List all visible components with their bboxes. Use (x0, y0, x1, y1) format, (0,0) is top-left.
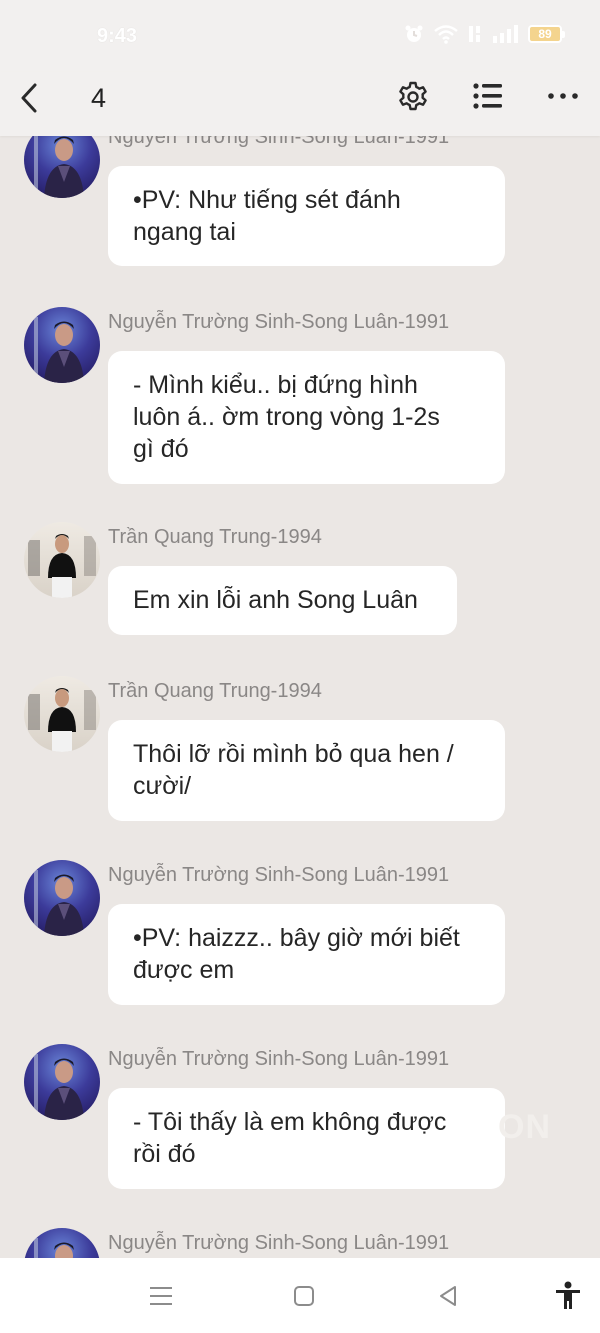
message-bubble[interactable]: •PV: Như tiếng sét đánh ngang tai (108, 166, 505, 266)
message-bubble[interactable]: - Mình kiểu.. bị đứng hình luôn á.. ờm t… (108, 351, 505, 484)
accessibility-button[interactable] (552, 1280, 584, 1312)
back-arrow-icon (21, 83, 37, 113)
song-luan-avatar-image (34, 317, 84, 383)
sender-name: Trần Quang Trung-1994 (108, 526, 322, 548)
top-header: 4 (0, 72, 600, 136)
sender-name: Nguyễn Trường Sinh-Song Luân-1991 (108, 1048, 450, 1070)
avatar[interactable] (24, 676, 100, 752)
home-square-icon (294, 1286, 314, 1306)
back-button[interactable] (14, 80, 44, 116)
avatar[interactable] (24, 1228, 100, 1258)
more-options-button[interactable] (545, 78, 581, 114)
volte-icon (468, 24, 482, 44)
song-luan-avatar-image (34, 870, 84, 936)
avatar[interactable] (24, 307, 100, 383)
list-icon (473, 83, 502, 109)
home-button[interactable] (288, 1280, 320, 1312)
avatar[interactable] (24, 860, 100, 936)
chapter-number: 4 (91, 83, 107, 113)
back-triangle-icon (440, 1286, 456, 1306)
avatar[interactable] (24, 522, 100, 598)
avatar[interactable] (24, 1044, 100, 1120)
quang-trung-avatar-image (28, 534, 96, 598)
accessibility-icon (556, 1281, 580, 1309)
quang-trung-avatar-image (28, 688, 96, 752)
battery-icon: 89 (528, 25, 565, 43)
sender-name: Nguyễn Trường Sinh-Song Luân-1991 (108, 311, 450, 333)
more-dots-icon (548, 93, 578, 99)
status-time: 9:43 (97, 25, 138, 47)
system-nav-bar (0, 1258, 600, 1333)
song-luan-avatar-image (34, 1054, 84, 1120)
alarm-icon (404, 24, 424, 44)
sender-name: Nguyễn Trường Sinh-Song Luân-1991 (108, 864, 450, 886)
settings-button[interactable] (395, 78, 431, 114)
chapter-list-button[interactable] (470, 78, 506, 114)
gear-icon (399, 81, 427, 111)
message-bubble[interactable]: •PV: haizzz.. bây giờ mới biết được em (108, 904, 505, 1005)
message-bubble[interactable]: Em xin lỗi anh Song Luân (108, 566, 457, 635)
watermark: ON (498, 1108, 551, 1146)
sender-name: Nguyễn Trường Sinh-Song Luân-1991 (108, 1232, 450, 1254)
system-back-button[interactable] (432, 1280, 464, 1312)
song-luan-avatar-image (34, 1238, 74, 1258)
wifi-icon (434, 24, 458, 44)
menu-icon (150, 1287, 172, 1305)
message-bubble[interactable]: - Tôi thấy là em không được rồi đó (108, 1088, 505, 1189)
status-icons: 89 (404, 24, 565, 44)
sender-name: Trần Quang Trung-1994 (108, 680, 322, 702)
signal-icon (492, 24, 518, 44)
status-bar: 9:43 89 (0, 0, 600, 72)
message-bubble[interactable]: Thôi lỡ rồi mình bỏ qua hen / cười/ (108, 720, 505, 821)
recent-apps-button[interactable] (145, 1280, 177, 1312)
chat-area[interactable]: Nguyễn Trường Sinh-Song Luân-1991 •PV: N… (0, 0, 600, 1258)
battery-level: 89 (538, 27, 552, 41)
